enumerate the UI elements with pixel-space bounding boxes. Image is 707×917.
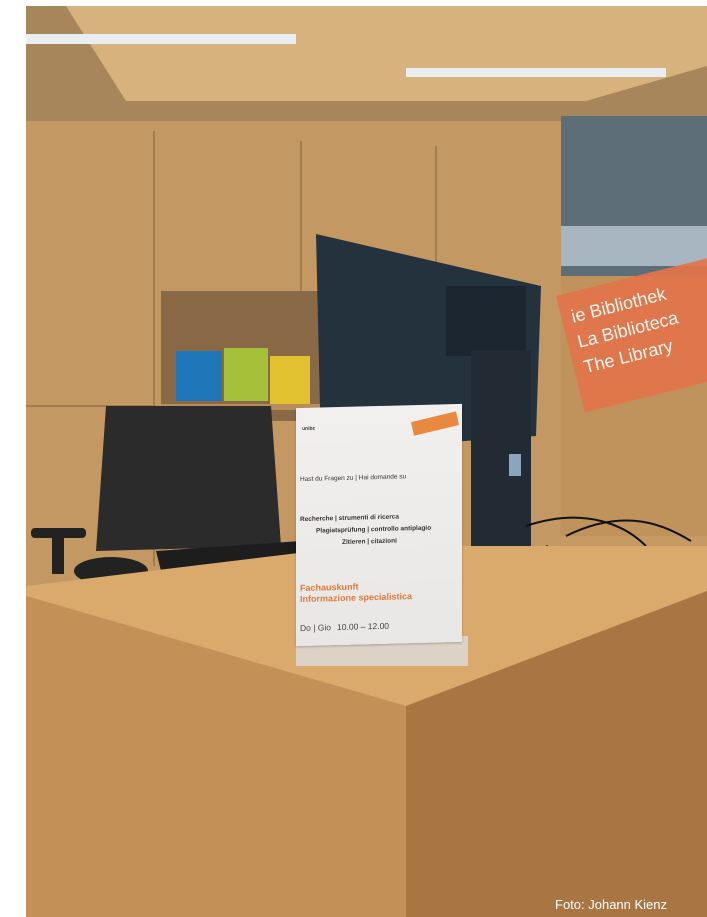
sign-heading-de: Fachauskunft: [300, 581, 359, 594]
sign-orange-tag: [411, 411, 459, 436]
sign-time: 10.00 – 12.00: [337, 620, 390, 633]
office-chair: [96, 406, 281, 551]
monitor-mount: [446, 286, 526, 356]
sign-topics: Recherche | strumenti di ricerca Plagiat…: [300, 510, 458, 550]
info-sign: unibz Hast du Fragen zu | Hai domande su…: [296, 403, 462, 647]
sign-days: Do | Gio: [300, 622, 332, 634]
ceiling-lamp-left: [26, 34, 296, 44]
sign-hours: Do | Gio 10.00 – 12.00: [300, 621, 389, 633]
book-green: [224, 348, 268, 401]
unibz-logo: unibz: [302, 425, 316, 433]
sign-heading-it: Informazione specialistica: [300, 591, 413, 605]
photo-credit: Foto: Johann Kienz: [555, 897, 668, 912]
hp-logo: [509, 454, 521, 476]
book-blue: [176, 351, 222, 401]
book-yellow: [270, 356, 310, 404]
ceiling-lamp-right: [406, 68, 666, 77]
library-desk-photo: ie Bibliothek La Biblioteca The Library …: [26, 6, 707, 917]
sign-question: Hast du Fragen zu | Hai domande su: [300, 473, 407, 484]
ceiling-light-panel: [66, 6, 707, 101]
